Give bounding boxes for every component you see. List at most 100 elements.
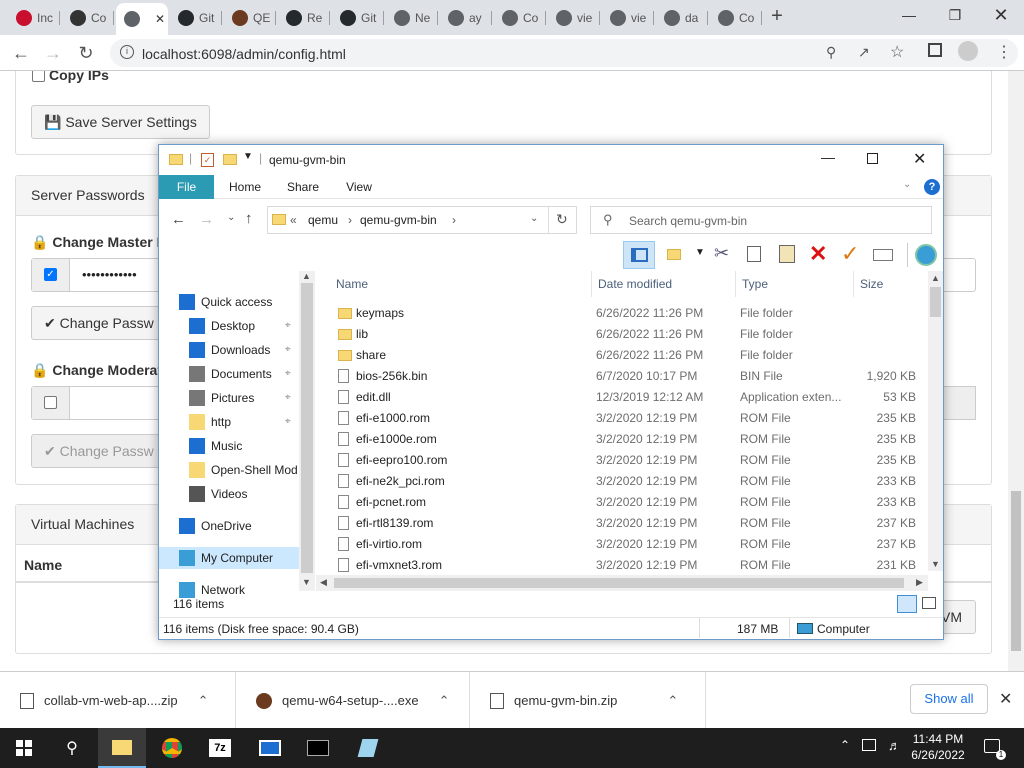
explorer-back-button[interactable]: ← [171,211,186,228]
file-row[interactable]: keymaps 6/26/2022 11:26 PM File folder [326,303,926,324]
start-button[interactable] [0,728,48,768]
ribbon-tab-file[interactable]: File [159,175,214,199]
file-explorer-taskbar-icon[interactable] [98,728,146,768]
browser-tab[interactable]: QE [224,5,276,31]
cut-icon[interactable]: ✂ [714,243,729,264]
change-master-password-button[interactable]: ✔ Change Passw [31,306,167,340]
file-row[interactable]: efi-ne2k_pci.rom 3/2/2020 12:19 PM ROM Fil… [326,471,926,492]
tray-chevron-icon[interactable]: ⌃ [840,738,850,752]
nav-item[interactable]: Desktop ⌖ [189,315,291,337]
explorer-search-box[interactable]: ⚲ Search qemu-gvm-bin [590,206,932,234]
properties-check-icon[interactable]: ✓ [841,241,859,267]
browser-tab[interactable]: Inc [8,5,60,31]
explorer-close-button[interactable]: ✕ [913,149,926,169]
browser-tab[interactable]: da [656,5,708,31]
nav-item[interactable]: http ⌖ [189,411,291,433]
quick-access-dropdown-icon[interactable]: ▼ [243,151,253,162]
nav-item[interactable]: My Computer [159,547,299,569]
properties-icon[interactable]: ✓ [201,153,214,167]
menu-kebab-icon[interactable]: ⋮ [996,42,1012,62]
address-dropdown-icon[interactable]: ⌄ [530,213,538,224]
paste-icon[interactable] [779,245,795,263]
column-header-size[interactable]: Size [854,271,928,297]
file-list-scrollbar[interactable]: ▲ ▼ [928,271,943,571]
sidebar-icon[interactable] [928,43,942,57]
chrome-taskbar-icon[interactable] [148,728,196,768]
recent-locations-icon[interactable]: ⌄ [227,212,235,223]
page-scrollbar[interactable] [1008,71,1024,671]
open-shell-icon[interactable] [915,244,937,266]
nav-item[interactable]: OneDrive [179,515,252,537]
reload-button[interactable]: ↻ [74,41,98,65]
file-row[interactable]: efi-rtl8139.rom 3/2/2020 12:19 PM ROM File… [326,513,926,534]
file-row[interactable]: efi-eepro100.rom 3/2/2020 12:19 PM ROM Fil… [326,450,926,471]
browser-tab[interactable]: Git [170,5,222,31]
share-icon[interactable]: ↗ [858,44,870,61]
volume-tray-icon[interactable]: ♬ [888,738,901,753]
file-row[interactable]: efi-pcnet.rom 3/2/2020 12:19 PM ROM File 23… [326,492,926,513]
pin-icon[interactable]: ⌖ [285,339,291,361]
download-item[interactable]: collab-vm-web-ap....zip ⌃ [0,672,236,729]
copy-ips-checkbox[interactable] [32,71,45,82]
explorer-minimize-button[interactable]: — [821,149,835,165]
details-view-icon[interactable] [897,595,917,613]
pin-icon[interactable]: ⌖ [285,315,291,337]
browser-tab[interactable]: ay [440,5,492,31]
pin-icon[interactable]: ⌖ [285,411,291,433]
file-row[interactable]: efi-e1000e.rom 3/2/2020 12:19 PM ROM File 2… [326,429,926,450]
nav-item[interactable]: Downloads ⌖ [189,339,291,361]
ribbon-tab-view[interactable]: View [335,175,383,199]
large-icons-view-icon[interactable] [922,597,936,609]
chevron-up-icon[interactable]: ⌃ [439,693,450,709]
breadcrumb-qemu-gvm-bin[interactable]: qemu-gvm-bin [360,213,437,227]
save-server-settings-button[interactable]: 💾 Save Server Settings [31,105,210,139]
address-bar[interactable]: i localhost:6098/admin/config.html ⚲ ↗ ☆… [110,39,1018,67]
bookmark-star-icon[interactable]: ☆ [890,42,904,62]
file-row[interactable]: efi-vmxnet3.rom 3/2/2020 12:19 PM ROM File… [326,555,926,576]
change-moderator-password-button[interactable]: ✔ Change Passw [31,434,167,468]
browser-tab[interactable]: vie [602,5,654,31]
file-list-scrollbar-thumb[interactable] [930,287,941,317]
back-button[interactable]: ← [9,41,33,65]
new-folder-cmd-icon[interactable] [667,249,681,260]
nav-pane-scrollbar[interactable]: ▲ ▼ [299,271,315,591]
column-header-type[interactable]: Type [736,271,854,297]
explorer-maximize-button[interactable] [867,153,878,164]
browser-tab[interactable]: vie [548,5,600,31]
explorer-address-bar[interactable]: « qemu › qemu-gvm-bin › ⌄ ↻ [267,206,577,234]
show-password-checkbox[interactable]: ✓ [44,268,57,281]
browser-tab[interactable]: ✕ [116,3,168,35]
new-item-dropdown-icon[interactable]: ▼ [695,247,705,258]
nav-item[interactable]: Videos [189,483,247,505]
show-moderator-password-checkbox[interactable] [44,396,57,409]
close-window-button[interactable]: ✕ [978,0,1024,32]
chevron-up-icon[interactable]: ⌃ [198,693,209,709]
terminal-taskbar-icon[interactable] [294,728,342,768]
page-scrollbar-thumb[interactable] [1011,491,1021,651]
up-folder-button[interactable]: ↑ [245,210,253,227]
ribbon-tab-share[interactable]: Share [279,175,327,199]
column-header-date[interactable]: Date modified [592,271,736,297]
chevron-up-icon[interactable]: ⌃ [667,693,678,709]
ribbon-tab-home[interactable]: Home [221,175,269,199]
file-row[interactable]: lib 6/26/2022 11:26 PM File folder [326,324,926,345]
file-row[interactable]: share 6/26/2022 11:26 PM File folder [326,345,926,366]
nav-item[interactable]: Documents ⌖ [189,363,291,385]
key-icon[interactable]: ⚲ [826,44,836,61]
browser-tab[interactable]: Co [494,5,546,31]
app-window-taskbar-icon[interactable] [246,728,294,768]
new-tab-button[interactable]: + [765,5,789,29]
restore-button[interactable]: ❐ [932,0,978,32]
minimize-button[interactable]: — [886,0,932,32]
browser-tab[interactable]: Re [278,5,330,31]
file-list-h-scrollbar[interactable]: ◀ ▶ [316,575,928,591]
browser-tab[interactable]: Co [62,5,114,31]
nav-item[interactable]: Music [189,435,242,457]
preview-pane-button[interactable] [623,241,655,269]
download-item[interactable]: qemu-gvm-bin.zip ⌃ [470,672,706,729]
h-scrollbar-thumb[interactable] [334,578,904,588]
browser-tab[interactable]: Ne [386,5,438,31]
network-tray-icon[interactable] [862,739,876,751]
refresh-icon[interactable]: ↻ [556,211,568,228]
nav-item[interactable]: Pictures ⌖ [189,387,291,409]
